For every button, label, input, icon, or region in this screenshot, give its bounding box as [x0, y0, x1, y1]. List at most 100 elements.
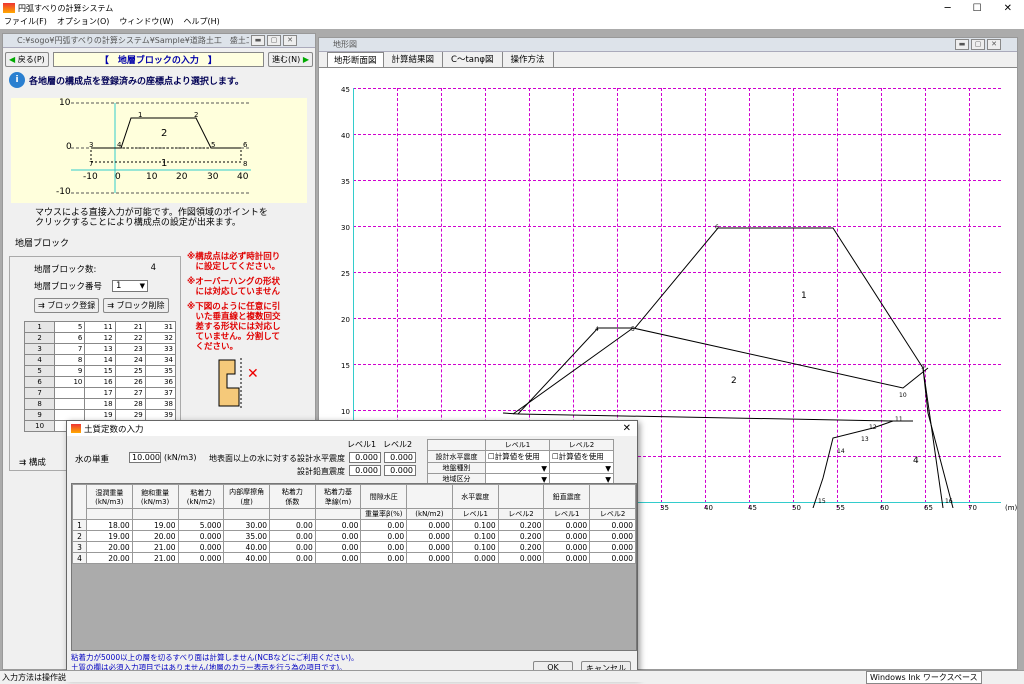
grid-cell[interactable]: 0.000 — [589, 541, 636, 553]
menu-option[interactable]: オプション(O) — [57, 16, 110, 29]
table-cell[interactable]: 2 — [23, 332, 56, 344]
table-cell[interactable] — [54, 398, 86, 410]
tab-result[interactable]: 計算結果図 — [384, 52, 444, 67]
close-icon[interactable]: ✕ — [1004, 3, 1012, 14]
block-num-select[interactable]: 1 ▼ — [112, 280, 149, 292]
table-cell[interactable]: 9 — [23, 409, 56, 421]
grid-cell[interactable]: 0.000 — [451, 552, 499, 564]
grid-cell[interactable]: 0.000 — [406, 552, 453, 564]
table-cell[interactable]: 38 — [144, 398, 177, 410]
table-row[interactable]: 1 5 11 21 31 — [23, 321, 177, 333]
grid-cell[interactable]: 0.00 — [269, 530, 316, 542]
close-icon[interactable]: ✕ — [623, 423, 631, 434]
grid-cell[interactable]: 18.00 — [85, 519, 133, 531]
next-button[interactable]: 進む(N) ▶ — [268, 52, 313, 67]
tab-profile[interactable]: 地形断面図 — [327, 52, 384, 67]
table-cell[interactable]: 5 — [54, 321, 86, 333]
table-cell[interactable]: 9 — [54, 365, 86, 377]
table-cell[interactable]: 22 — [114, 332, 146, 344]
table-cell[interactable]: 28 — [114, 398, 146, 410]
grid-cell[interactable]: 0.00 — [314, 552, 362, 564]
table-cell[interactable]: 6 — [23, 376, 56, 388]
table-cell[interactable]: 36 — [144, 376, 177, 388]
table-cell[interactable]: 18 — [84, 398, 116, 410]
table-row[interactable]: 2 19.00 20.00 0.000 35.00 0.00 0.00 0.00 0.000 0.… — [72, 530, 636, 542]
table-cell[interactable]: 8 — [23, 398, 56, 410]
table-cell[interactable] — [54, 409, 86, 421]
grid-cell[interactable]: 40.00 — [223, 552, 271, 564]
max-button[interactable]: ▢ — [971, 39, 985, 50]
grid-cell[interactable]: 0.000 — [177, 552, 225, 564]
table-cell[interactable]: 21 — [114, 321, 146, 333]
h-seismic-l2[interactable]: 0.000 — [384, 452, 416, 463]
grid-cell[interactable]: 0.200 — [497, 530, 545, 542]
grid-cell[interactable]: 0.000 — [589, 552, 636, 564]
grid-cell[interactable]: 30.00 — [223, 519, 271, 531]
h-seismic-l1[interactable]: 0.000 — [349, 452, 381, 463]
grid-cell[interactable]: 0.00 — [269, 552, 316, 564]
table-row[interactable]: 8 18 28 38 — [23, 398, 177, 410]
grid-cell[interactable]: 0.100 — [451, 519, 499, 531]
table-cell[interactable]: 7 — [23, 387, 56, 399]
grid-cell[interactable]: 19.00 — [131, 519, 179, 531]
table-cell[interactable]: 15 — [84, 365, 116, 377]
tab-ctan[interactable]: C～tanφ図 — [443, 52, 503, 67]
table-cell[interactable]: 8 — [54, 354, 86, 366]
table-cell[interactable]: 11 — [84, 321, 116, 333]
maximize-icon[interactable]: ☐ — [973, 3, 982, 14]
grid-cell[interactable]: 5.000 — [177, 519, 225, 531]
grid-cell[interactable]: 0.000 — [543, 541, 591, 553]
min-button[interactable]: ▬ — [955, 39, 969, 50]
table-row[interactable]: 4 20.00 21.00 0.000 40.00 0.00 0.00 0.00 0.000 0.… — [72, 552, 636, 564]
table-cell[interactable]: 19 — [84, 409, 116, 421]
min-button[interactable]: ▬ — [251, 35, 265, 46]
grid-cell[interactable]: 0.00 — [314, 519, 362, 531]
table-cell[interactable]: 5 — [23, 365, 56, 377]
table-row[interactable]: 3 20.00 21.00 0.000 40.00 0.00 0.00 0.00 0.000 0.… — [72, 541, 636, 553]
table-row[interactable]: 4 8 14 24 34 — [23, 354, 177, 366]
minimize-icon[interactable]: ─ — [945, 3, 951, 14]
grid-cell[interactable]: 19.00 — [85, 530, 133, 542]
grid-cell[interactable]: 0.000 — [406, 530, 453, 542]
v-seismic-l1[interactable]: 0.000 — [349, 465, 381, 476]
table-cell[interactable]: 4 — [23, 354, 56, 366]
grid-cell[interactable]: 20.00 — [85, 552, 133, 564]
grid-cell[interactable]: 0.00 — [269, 541, 316, 553]
table-cell[interactable]: 32 — [144, 332, 177, 344]
table-cell[interactable]: 27 — [114, 387, 146, 399]
grid-cell[interactable]: 21.00 — [131, 541, 179, 553]
table-cell[interactable]: 35 — [144, 365, 177, 377]
grid-cell[interactable]: 0.00 — [269, 519, 316, 531]
grid-cell[interactable]: 0.00 — [360, 552, 408, 564]
grid-cell[interactable]: 0.000 — [177, 541, 225, 553]
grid-cell[interactable]: 0.000 — [543, 530, 591, 542]
grid-cell[interactable]: 20.00 — [85, 541, 133, 553]
table-cell[interactable]: 23 — [114, 343, 146, 355]
table-cell[interactable]: 37 — [144, 387, 177, 399]
grid-cell[interactable]: 4 — [72, 552, 87, 564]
grid-cell[interactable]: 0.00 — [360, 541, 408, 553]
menu-help[interactable]: ヘルプ(H) — [184, 16, 220, 29]
menu-file[interactable]: ファイル(F) — [4, 16, 47, 29]
grid-cell[interactable]: 0.000 — [406, 519, 453, 531]
table-cell[interactable]: 3 — [23, 343, 56, 355]
back-button[interactable]: ◀ 戻る(P) — [5, 52, 49, 67]
table-cell[interactable]: 16 — [84, 376, 116, 388]
table-cell[interactable]: 10 — [54, 376, 86, 388]
close-button[interactable]: ✕ — [987, 39, 1001, 50]
table-row[interactable]: 5 9 15 25 35 — [23, 365, 177, 377]
block-delete-button[interactable]: ⇉ ブロック削除 — [103, 298, 169, 313]
table-cell[interactable]: 7 — [54, 343, 86, 355]
grid-cell[interactable]: 0.000 — [406, 541, 453, 553]
checkbox[interactable]: ☐ — [552, 452, 559, 461]
table-cell[interactable]: 31 — [144, 321, 177, 333]
grid-cell[interactable]: 0.00 — [314, 541, 362, 553]
grid-cell[interactable]: 0.100 — [451, 541, 499, 553]
table-cell[interactable] — [54, 387, 86, 399]
tab-howto[interactable]: 操作方法 — [503, 52, 554, 67]
table-cell[interactable]: 1 — [23, 321, 56, 333]
table-cell[interactable]: 17 — [84, 387, 116, 399]
grid-cell[interactable]: 0.000 — [497, 552, 545, 564]
grid-cell[interactable]: 0.200 — [497, 519, 545, 531]
menu-window[interactable]: ウィンドウ(W) — [119, 16, 173, 29]
